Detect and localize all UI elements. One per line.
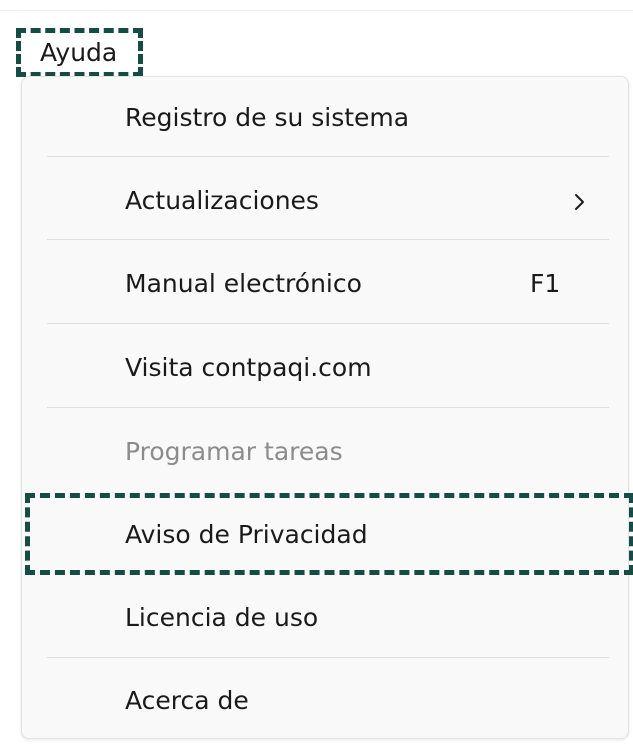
menu-item-licencia-uso[interactable]: Licencia de uso — [22, 577, 628, 660]
menu-item-label: Programar tareas — [125, 437, 343, 466]
menu-item-label: Actualizaciones — [125, 186, 319, 215]
menu-bar: Ayuda — [0, 10, 633, 77]
menu-divider — [47, 156, 609, 157]
menu-item-manual-electronico[interactable]: Manual electrónico F1 — [22, 243, 628, 326]
menu-divider — [47, 657, 609, 658]
menu-divider — [47, 323, 609, 324]
menu-divider — [47, 239, 609, 240]
menu-item-label: Manual electrónico — [125, 269, 362, 298]
menu-item-actualizaciones[interactable]: Actualizaciones — [22, 160, 628, 243]
menu-item-label: Registro de su sistema — [125, 103, 410, 132]
menu-item-programar-tareas: Programar tareas — [22, 411, 628, 494]
menu-item-registro-sistema[interactable]: Registro de su sistema — [22, 77, 628, 160]
menu-divider — [47, 407, 609, 408]
menu-item-acerca-de[interactable]: Acerca de — [22, 660, 628, 743]
help-dropdown-menu: Registro de su sistema Actualizaciones M… — [21, 76, 629, 739]
menu-item-label: Aviso de Privacidad — [125, 520, 368, 549]
menu-item-label: Acerca de — [125, 686, 249, 715]
menu-item-label: Licencia de uso — [125, 603, 319, 632]
menu-ayuda[interactable]: Ayuda — [40, 37, 117, 69]
chevron-right-icon — [575, 194, 584, 210]
menu-item-aviso-privacidad[interactable]: Aviso de Privacidad — [22, 494, 628, 577]
menu-item-label: Visita contpaqi.com — [125, 353, 372, 382]
menu-item-visita-contpaqi[interactable]: Visita contpaqi.com — [22, 327, 628, 410]
shortcut-f1: F1 — [530, 269, 561, 298]
